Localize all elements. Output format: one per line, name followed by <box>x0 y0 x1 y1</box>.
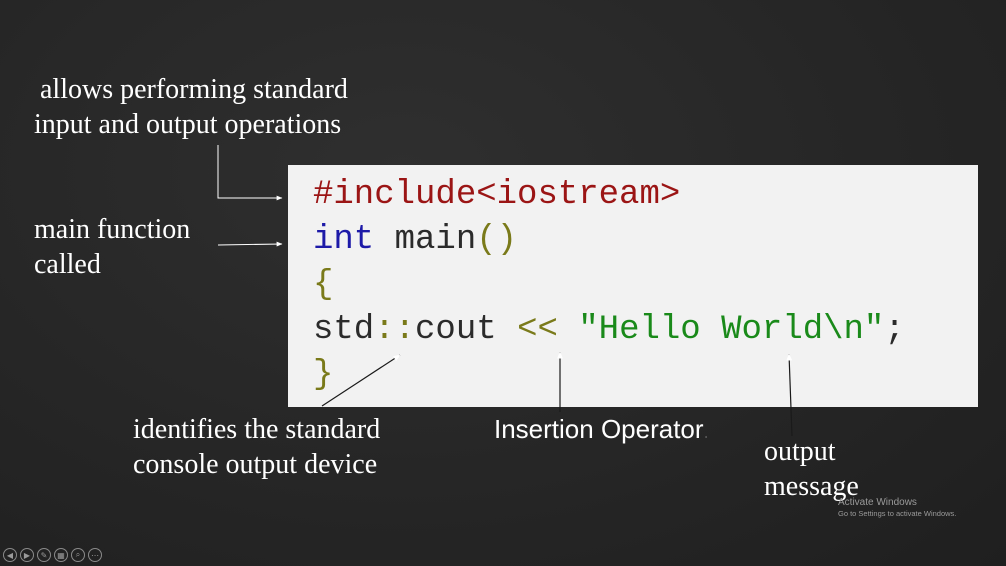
zoom-icon[interactable]: ⌕ <box>71 548 85 562</box>
pen-icon[interactable]: ✎ <box>37 548 51 562</box>
next-slide-icon[interactable]: ▶ <box>20 548 34 562</box>
watermark-title: Activate Windows <box>838 497 917 508</box>
all-slides-icon[interactable]: ▦ <box>54 548 68 562</box>
cout-arrow <box>321 354 401 407</box>
main-arrow <box>217 241 283 247</box>
watermark-subtitle: Go to Settings to activate Windows. <box>838 509 957 518</box>
more-options-icon[interactable]: ⋯ <box>88 548 102 562</box>
slideshow-controls: ◀ ▶ ✎ ▦ ⌕ ⋯ <box>3 548 102 562</box>
activate-windows-watermark: Activate Windows Go to Settings to activ… <box>838 497 956 519</box>
annotation-arrows <box>217 145 793 437</box>
output-arrow <box>786 353 793 437</box>
iostream-arrow <box>217 145 283 201</box>
previous-slide-icon[interactable]: ◀ <box>3 548 17 562</box>
